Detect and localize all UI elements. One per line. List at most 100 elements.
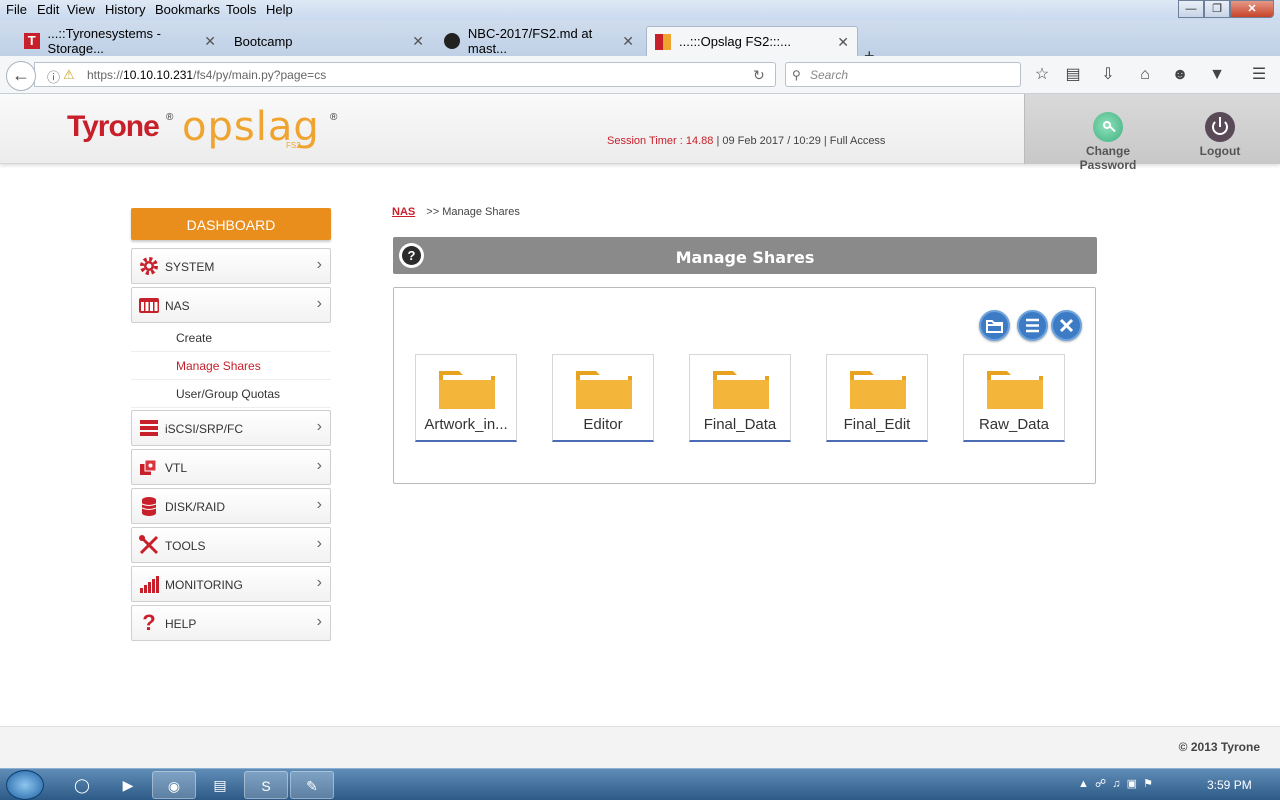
clock[interactable]: 3:59 PM bbox=[1207, 778, 1252, 792]
sidebar-subitem-create[interactable]: Create bbox=[131, 324, 331, 352]
panel-header: ? Manage Shares bbox=[393, 237, 1097, 274]
sidebar-item-tools[interactable]: TOOLS › bbox=[131, 527, 331, 563]
menu-bookmarks[interactable]: Bookmarks bbox=[155, 2, 220, 17]
sidebar-item-nas[interactable]: NAS › bbox=[131, 287, 331, 323]
info-icon[interactable]: ⓘ bbox=[47, 67, 60, 86]
sidebar-item-label: TOOLS bbox=[165, 539, 206, 553]
sidebar-item-label: HELP bbox=[165, 617, 197, 631]
open-folder-button[interactable] bbox=[979, 310, 1010, 341]
close-tab-icon[interactable]: ✕ bbox=[412, 33, 424, 50]
download-icon[interactable]: ⇩ bbox=[1097, 64, 1119, 86]
logout-label: Logout bbox=[1199, 144, 1241, 158]
tyrone-favicon-icon: T bbox=[24, 33, 40, 49]
minimize-button[interactable]: — bbox=[1178, 0, 1204, 18]
sidebar-subitem-manage-shares[interactable]: Manage Shares bbox=[131, 352, 331, 380]
sidebar-item-label: iSCSI/SRP/FC bbox=[165, 422, 244, 436]
sidebar-item-monitoring[interactable]: MONITORING › bbox=[131, 566, 331, 602]
close-tab-icon[interactable]: ✕ bbox=[622, 33, 634, 50]
url-host: 10.10.10.231 bbox=[123, 68, 194, 82]
folder-icon bbox=[987, 371, 1043, 409]
restore-button[interactable]: ❐ bbox=[1204, 0, 1230, 18]
page-title: Manage Shares bbox=[675, 248, 815, 267]
tab-github[interactable]: NBC-2017/FS2.md at mast... ✕ bbox=[436, 26, 642, 56]
menu-edit[interactable]: Edit bbox=[37, 2, 59, 17]
app-header: Tyrone ® opslag ® FS2 Session Timer : 14… bbox=[0, 94, 1280, 172]
sidebar-item-help[interactable]: ? HELP › bbox=[131, 605, 331, 641]
browser-tabbar: T ...::Tyronesystems - Storage... ✕ Boot… bbox=[0, 20, 1280, 66]
window-controls: — ❐ ✕ bbox=[1178, 0, 1274, 18]
chevron-right-icon: › bbox=[316, 535, 322, 552]
share-item[interactable]: Editor bbox=[552, 354, 654, 442]
close-tab-icon[interactable]: ✕ bbox=[204, 33, 216, 50]
sidebar-item-disk-raid[interactable]: DISK/RAID › bbox=[131, 488, 331, 524]
session-info: Session Timer : 14.88 | 09 Feb 2017 / 10… bbox=[607, 135, 885, 147]
tab-title: Bootcamp bbox=[234, 33, 293, 49]
system-tray[interactable]: ▲ ☍ ♫ ▣ ⚑ bbox=[1078, 777, 1153, 790]
browser-menubar: File Edit View History Bookmarks Tools H… bbox=[0, 0, 1280, 20]
menu-tools[interactable]: Tools bbox=[226, 2, 256, 17]
search-icon: ⚲ bbox=[792, 68, 801, 82]
breadcrumb-link-nas[interactable]: NAS bbox=[392, 206, 415, 218]
chevron-right-icon: › bbox=[316, 418, 322, 435]
close-window-button[interactable]: ✕ bbox=[1230, 0, 1274, 18]
brand-logo: Tyrone bbox=[67, 110, 160, 143]
header-actions: Change Password Logout bbox=[1024, 94, 1280, 172]
tab-opslag[interactable]: ...:::Opslag FS2:::... ✕ bbox=[646, 26, 858, 56]
sidebar-item-label: DISK/RAID bbox=[165, 500, 226, 514]
menu-view[interactable]: View bbox=[67, 2, 95, 17]
product-suffix: FS2 bbox=[286, 141, 301, 150]
wrench-screwdriver-icon bbox=[139, 535, 159, 555]
paint-icon[interactable]: ✎ bbox=[290, 771, 334, 799]
sidebar-item-label: VTL bbox=[165, 461, 188, 475]
share-item[interactable]: Final_Edit bbox=[826, 354, 928, 442]
share-item[interactable]: Final_Data bbox=[689, 354, 791, 442]
skype-icon[interactable]: S bbox=[244, 771, 288, 799]
pocket-icon[interactable]: ▼ bbox=[1206, 64, 1228, 86]
menu-help[interactable]: Help bbox=[266, 2, 293, 17]
share-name: Raw_Data bbox=[978, 416, 1050, 433]
close-tab-icon[interactable]: ✕ bbox=[837, 34, 849, 51]
url-path: /fs4/py/main.py?page=cs bbox=[193, 68, 327, 82]
chat-icon[interactable]: ☻ bbox=[1169, 64, 1191, 86]
menu-history[interactable]: History bbox=[105, 2, 145, 17]
sidebar-item-vtl[interactable]: VTL › bbox=[131, 449, 331, 485]
firefox-icon[interactable]: ◉ bbox=[152, 771, 196, 799]
list-icon bbox=[1026, 318, 1039, 333]
github-icon bbox=[444, 33, 460, 49]
sidebar-item-system[interactable]: SYSTEM › bbox=[131, 248, 331, 284]
breadcrumb-current: >> Manage Shares bbox=[426, 206, 520, 218]
change-password-button[interactable]: Change Password bbox=[1058, 112, 1158, 172]
bookmark-star-icon[interactable]: ☆ bbox=[1031, 64, 1053, 86]
reading-list-icon[interactable]: ▤ bbox=[1062, 64, 1084, 86]
tab-tyronesystems[interactable]: T ...::Tyronesystems - Storage... ✕ bbox=[16, 26, 224, 56]
folder-icon bbox=[713, 371, 769, 409]
sidebar-item-iscsi[interactable]: iSCSI/SRP/FC › bbox=[131, 410, 331, 446]
breadcrumb: NAS >> Manage Shares bbox=[392, 206, 520, 218]
menu-file[interactable]: File bbox=[6, 2, 27, 17]
reload-icon[interactable]: ↻ bbox=[753, 67, 765, 84]
dashboard-button[interactable]: DASHBOARD bbox=[131, 208, 331, 240]
list-view-button[interactable] bbox=[1017, 310, 1048, 341]
tape-library-icon bbox=[140, 459, 157, 475]
hamburger-menu-icon[interactable]: ☰ bbox=[1248, 64, 1270, 86]
delete-button[interactable] bbox=[1051, 310, 1082, 341]
share-item[interactable]: Raw_Data bbox=[963, 354, 1065, 442]
search-input[interactable]: ⚲ Search bbox=[785, 62, 1021, 87]
insecure-lock-icon[interactable]: ⚠ bbox=[63, 67, 75, 83]
home-icon[interactable]: ⌂ bbox=[1134, 64, 1156, 86]
storage-stack-icon bbox=[140, 420, 158, 436]
logout-button[interactable]: Logout bbox=[1195, 112, 1245, 158]
share-item[interactable]: Artwork_in... bbox=[415, 354, 517, 442]
back-button[interactable]: ← bbox=[6, 61, 36, 91]
ie-icon[interactable]: ◯ bbox=[60, 771, 104, 799]
media-player-icon[interactable]: ▶ bbox=[106, 771, 150, 799]
sidebar-item-label: MONITORING bbox=[165, 578, 243, 592]
sidebar-subitem-quotas[interactable]: User/Group Quotas bbox=[131, 380, 331, 408]
start-button[interactable] bbox=[6, 770, 44, 800]
tab-bootcamp[interactable]: Bootcamp ✕ bbox=[226, 26, 432, 56]
url-bar[interactable]: ⓘ ⚠ https://10.10.10.231/fs4/py/main.py?… bbox=[34, 62, 776, 87]
tab-title: ...:::Opslag FS2:::... bbox=[679, 34, 791, 49]
url-text[interactable]: https://10.10.10.231/fs4/py/main.py?page… bbox=[87, 68, 326, 82]
file-explorer-icon[interactable]: ▤ bbox=[198, 771, 242, 799]
database-icon bbox=[141, 497, 157, 516]
